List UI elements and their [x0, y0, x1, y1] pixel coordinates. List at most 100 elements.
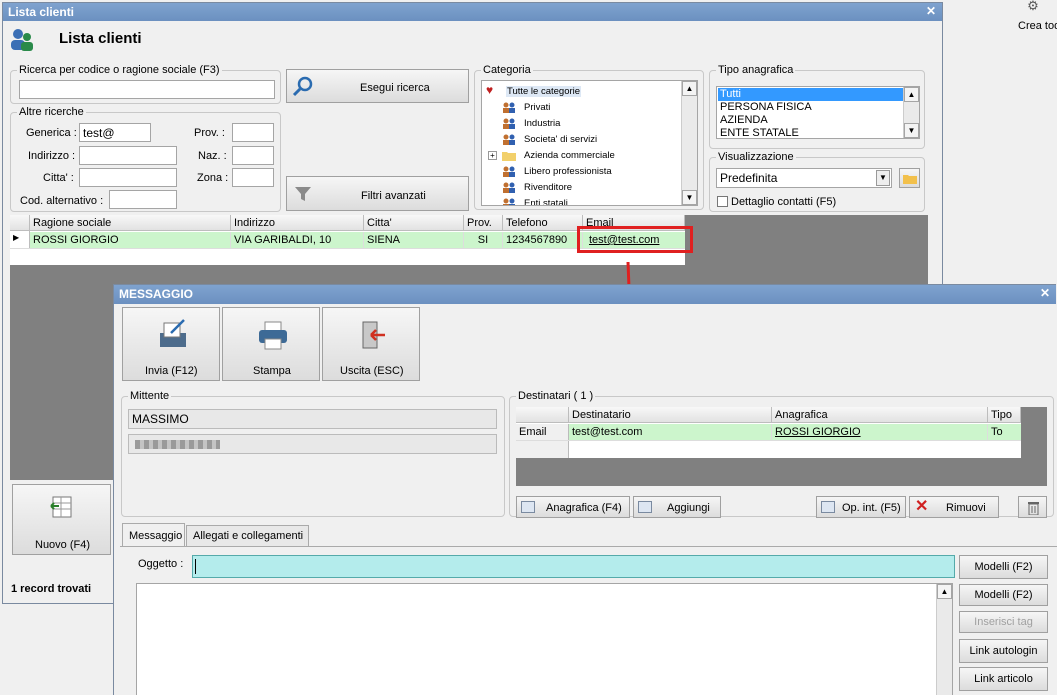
table-cell: Email — [516, 424, 569, 440]
tree-item-tutte[interactable]: ♥ Tutte le categorie — [486, 84, 586, 98]
trash-button[interactable] — [1018, 496, 1047, 518]
tree-item-label: Privati — [524, 102, 551, 113]
op-int-button[interactable]: Op. int. (F5) — [816, 496, 906, 518]
rimuovi-button[interactable]: ✕ Rimuovi — [909, 496, 999, 518]
nuovo-button[interactable]: Nuovo (F4) — [12, 484, 111, 555]
tipo-anagrafica-legend: Tipo anagrafica — [716, 64, 796, 76]
link-autologin-button[interactable]: Link autologin — [959, 639, 1048, 663]
column-header[interactable]: Citta' — [364, 215, 464, 231]
close-icon[interactable]: ✕ — [924, 4, 938, 18]
crea-tod-label[interactable]: Crea tod — [1018, 20, 1057, 32]
scroll-up-icon[interactable]: ▲ — [937, 584, 952, 599]
column-header[interactable]: Indirizzo — [231, 215, 364, 231]
zona-label: Zona : — [197, 172, 229, 184]
esegui-ricerca-button[interactable]: Esegui ricerca — [286, 69, 469, 103]
modelli-button-2[interactable]: Modelli (F2) — [959, 584, 1048, 606]
gear-icon[interactable]: ⚙ — [1025, 0, 1041, 14]
email-highlight-box — [577, 226, 693, 253]
list-item[interactable]: PERSONA FISICA — [720, 101, 812, 113]
oggetto-input[interactable] — [192, 555, 955, 578]
cod-alternativo-input[interactable] — [109, 190, 177, 209]
visualizzazione-select[interactable]: Predefinita ▼ — [716, 168, 892, 188]
list-item[interactable]: Tutti — [718, 88, 903, 101]
prov-label: Prov. : — [194, 127, 225, 139]
column-header[interactable]: Ragione sociale — [30, 215, 231, 231]
anagrafica-button[interactable]: Anagrafica (F4) — [516, 496, 630, 518]
card-icon — [521, 501, 535, 513]
people-icon — [502, 182, 516, 193]
generica-input[interactable]: test@ — [79, 123, 151, 142]
chevron-down-icon[interactable]: ▼ — [876, 170, 890, 186]
inserisci-tag-button[interactable]: Inserisci tag — [959, 611, 1048, 633]
table-cell: SI — [464, 232, 503, 248]
tab-allegati-label: Allegati e collegamenti — [193, 530, 304, 542]
text-cursor — [195, 559, 196, 574]
link-articolo-button[interactable]: Link articolo — [959, 667, 1048, 691]
tree-item-libero-professionista[interactable]: Libero professionista — [502, 165, 652, 178]
tree-item-privati[interactable]: Privati — [502, 101, 652, 114]
indirizzo-label: Indirizzo : — [28, 150, 76, 162]
categoria-tree[interactable]: ♥ Tutte le categorie Privati Industria S… — [481, 80, 698, 206]
invia-button[interactable]: Invia (F12) — [122, 307, 220, 381]
tree-item-label: Tutte le categorie — [506, 86, 582, 97]
tree-item-azienda-commerciale[interactable]: + Azienda commerciale — [488, 149, 658, 162]
messaggio-title: MESSAGGIO — [119, 287, 194, 301]
people-icon — [502, 166, 516, 177]
ricerca-input[interactable] — [19, 80, 275, 99]
destinatari-grid[interactable]: Destinatario Anagrafica Tipo Email test@… — [516, 407, 1021, 458]
new-record-icon — [49, 495, 75, 519]
list-item[interactable]: AZIENDA — [720, 114, 768, 126]
table-cell: VIA GARIBALDI, 10 — [231, 232, 364, 248]
message-body-area[interactable]: ▲ — [136, 583, 953, 695]
tipo-anagrafica-group: Tipo anagrafica Tutti PERSONA FISICA AZI… — [709, 64, 925, 149]
mittente-legend: Mittente — [128, 390, 172, 402]
close-icon[interactable]: ✕ — [1038, 286, 1052, 300]
tree-item-label: Societa' di servizi — [524, 134, 598, 145]
tipo-scrollbar[interactable]: ▲ ▼ — [903, 87, 919, 138]
tab-messaggio[interactable]: Messaggio — [122, 523, 185, 547]
clients-icon — [9, 25, 35, 53]
exit-icon — [357, 320, 389, 350]
visualizzazione-legend: Visualizzazione — [716, 151, 796, 163]
folder-icon — [903, 173, 917, 187]
column-header[interactable]: Destinatario — [569, 407, 772, 423]
table-cell: 1234567890 — [503, 232, 583, 248]
filtri-avanzati-button[interactable]: Filtri avanzati — [286, 176, 469, 211]
table-row[interactable]: Email test@test.com ROSSI GIORGIO To — [516, 424, 1021, 440]
scroll-up-icon[interactable]: ▲ — [904, 87, 919, 102]
categoria-scrollbar[interactable]: ▲ ▼ — [681, 81, 697, 205]
oggetto-label: Oggetto : — [138, 558, 184, 570]
tree-item-enti-statali[interactable]: Enti statali — [502, 197, 652, 205]
column-header[interactable]: Telefono — [503, 215, 583, 231]
scroll-up-icon[interactable]: ▲ — [682, 81, 697, 96]
uscita-button[interactable]: Uscita (ESC) — [322, 307, 420, 381]
dettaglio-contatti-checkbox[interactable] — [717, 196, 728, 207]
tree-item-industria[interactable]: Industria — [502, 117, 652, 130]
categoria-legend: Categoria — [481, 64, 533, 76]
column-header[interactable]: Tipo — [988, 407, 1021, 423]
aggiungi-label: Aggiungi — [667, 502, 710, 514]
column-header[interactable]: Anagrafica — [772, 407, 988, 423]
tree-item-rivenditore[interactable]: Rivenditore — [502, 181, 652, 194]
prov-input[interactable] — [232, 123, 274, 142]
tipo-anagrafica-list[interactable]: Tutti PERSONA FISICA AZIENDA ENTE STATAL… — [716, 86, 920, 139]
anagrafica-link[interactable]: ROSSI GIORGIO — [772, 424, 988, 440]
naz-label: Naz. : — [198, 150, 227, 162]
modelli-button-1[interactable]: Modelli (F2) — [959, 555, 1048, 579]
scroll-down-icon[interactable]: ▼ — [904, 123, 919, 138]
indirizzo-input[interactable] — [79, 146, 177, 165]
scroll-down-icon[interactable]: ▼ — [682, 190, 697, 205]
expand-icon[interactable]: + — [488, 151, 497, 160]
tree-item-societa[interactable]: Societa' di servizi — [502, 133, 652, 146]
naz-input[interactable] — [232, 146, 274, 165]
aggiungi-button[interactable]: Aggiungi — [633, 496, 721, 518]
citta-input[interactable] — [79, 168, 177, 187]
stampa-button[interactable]: Stampa — [222, 307, 320, 381]
column-header[interactable]: Prov. — [464, 215, 503, 231]
zona-input[interactable] — [232, 168, 274, 187]
tab-allegati[interactable]: Allegati e collegamenti — [186, 525, 309, 547]
lista-clienti-title: Lista clienti — [8, 5, 75, 19]
folder-button[interactable] — [899, 168, 920, 188]
list-item[interactable]: ENTE STATALE — [720, 127, 799, 138]
body-scrollbar[interactable]: ▲ — [936, 584, 952, 695]
